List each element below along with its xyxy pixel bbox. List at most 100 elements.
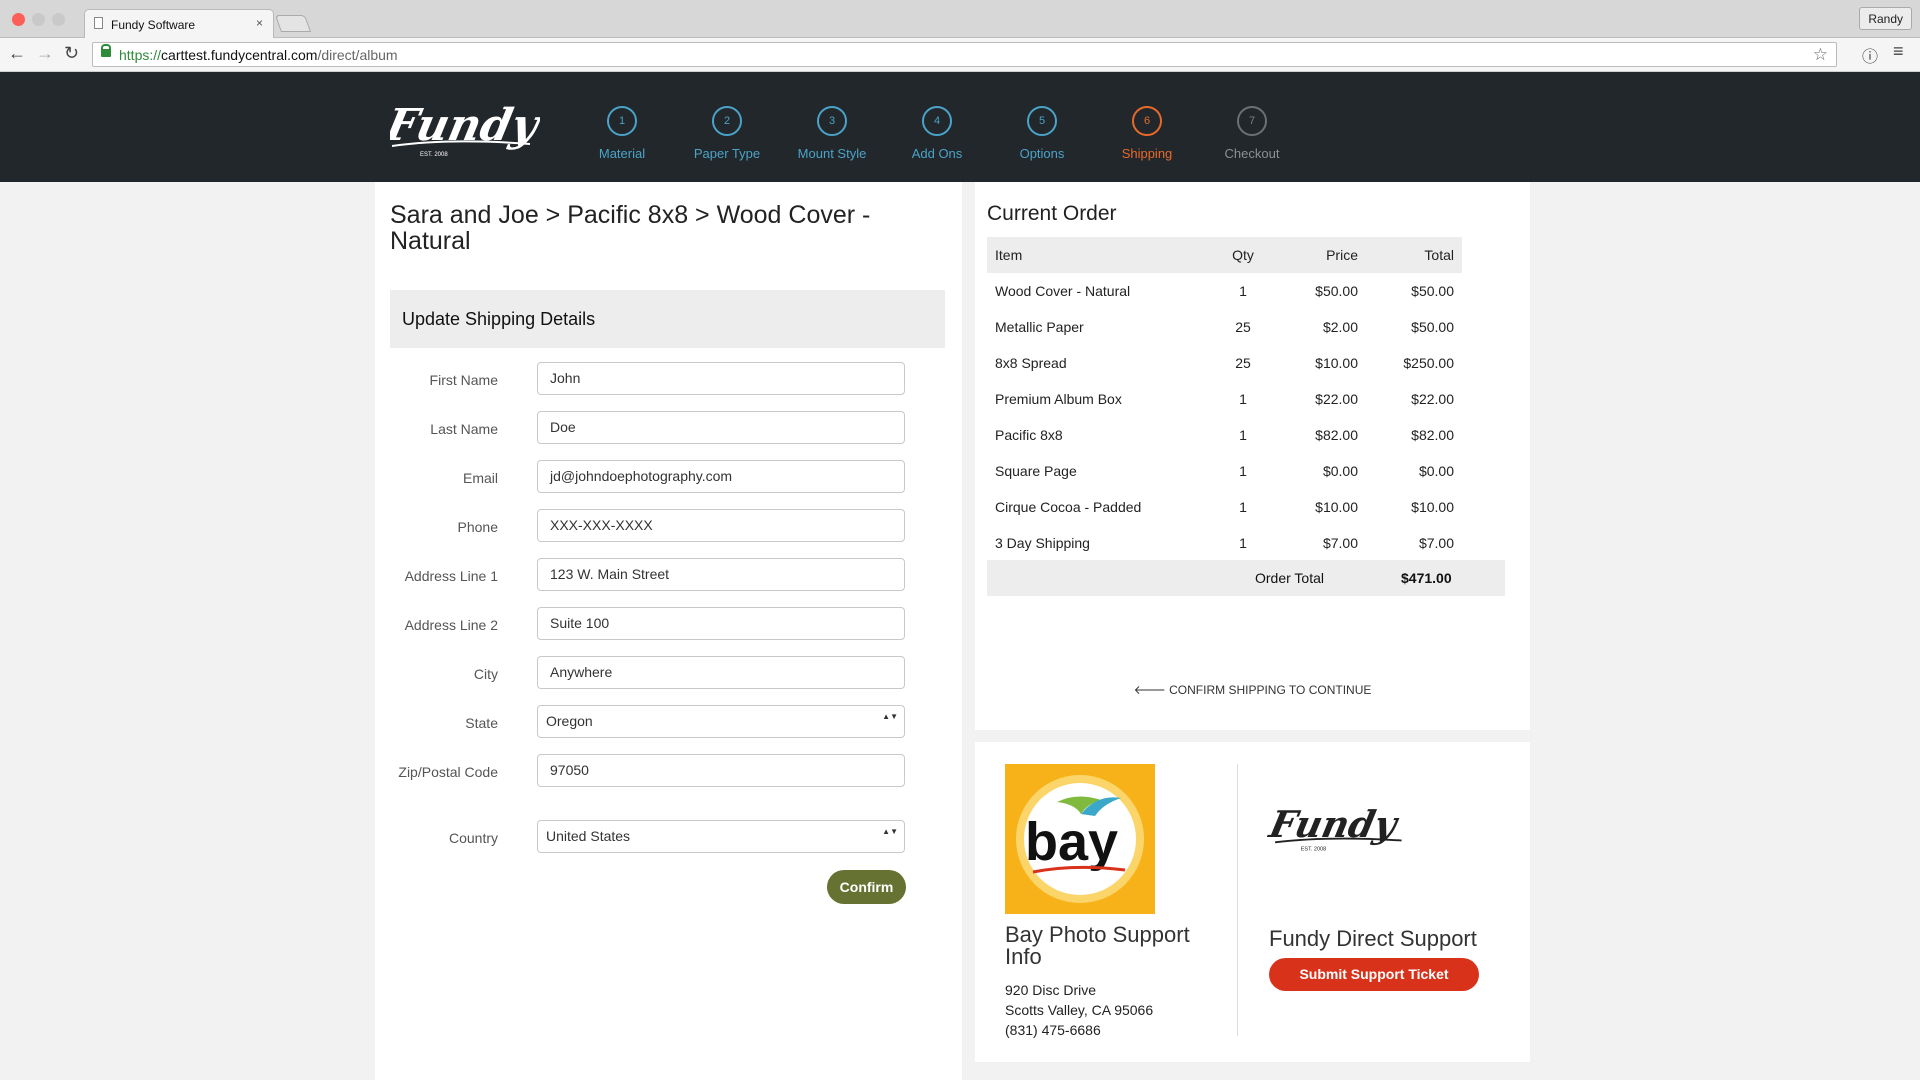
step-add-ons[interactable]: 4 Add Ons <box>882 106 992 161</box>
step-material[interactable]: 1 Material <box>567 106 677 161</box>
order-header-row: Item Qty Price Total <box>987 237 1462 273</box>
field-label: Country <box>448 830 498 846</box>
field-label: City <box>473 666 498 682</box>
col-item: Item <box>987 237 1222 273</box>
country-value: United States <box>546 828 631 844</box>
reload-icon[interactable]: ↻ <box>64 43 79 64</box>
step-checkout[interactable]: 7 Checkout <box>1197 106 1307 161</box>
step-mount-style[interactable]: 3 Mount Style <box>777 106 887 161</box>
first-name-input[interactable]: John <box>537 362 905 395</box>
table-row: 8x8 Spread 25 $10.00 $250.00 <box>987 345 1462 381</box>
close-window-button[interactable] <box>12 13 25 26</box>
logo-est: EST. 2008 <box>420 152 448 158</box>
state-select[interactable]: Oregon ▲▼ <box>537 705 905 738</box>
cell-qty: 25 <box>1235 355 1251 371</box>
browser-tab[interactable]: Fundy Software × <box>84 9 274 38</box>
cell-total: $50.00 <box>1411 283 1454 299</box>
order-table: Item Qty Price Total Wood Cover - Natura… <box>987 237 1462 561</box>
step-paper-type[interactable]: 2 Paper Type <box>672 106 782 161</box>
step-label: Shipping <box>1121 146 1173 161</box>
cell-total: $82.00 <box>1411 427 1454 443</box>
address-line-1-input[interactable]: 123 W. Main Street <box>537 558 905 591</box>
step-number: 6 <box>1132 106 1162 136</box>
menu-icon[interactable]: ≡ <box>1893 41 1904 62</box>
cell-price: $0.00 <box>1322 463 1358 479</box>
cell-qty: 1 <box>1239 427 1247 443</box>
forward-arrow-icon[interactable]: → <box>36 43 54 64</box>
cell-price: $50.00 <box>1315 283 1358 299</box>
cell-qty: 1 <box>1239 535 1247 551</box>
cell-item: Wood Cover - Natural <box>995 283 1131 299</box>
bay-photo-logo[interactable]: bay <box>1005 764 1155 914</box>
step-number: 7 <box>1237 106 1267 136</box>
back-arrow-icon[interactable]: ← <box>8 43 26 64</box>
browser-titlebar: Fundy Software × Randy <box>0 0 1920 38</box>
profile-button[interactable]: Randy <box>1859 7 1912 30</box>
step-number: 4 <box>922 106 952 136</box>
order-title: Current Order <box>987 202 1117 225</box>
address-phone: (831) 475-6686 <box>1005 1022 1101 1038</box>
table-row: Cirque Cocoa - Padded 1 $10.00 $10.00 <box>987 489 1462 525</box>
cell-item: 8x8 Spread <box>995 355 1067 371</box>
col-total: Total <box>1362 237 1462 273</box>
step-shipping[interactable]: 6 Shipping <box>1092 106 1202 161</box>
bay-support-address: 920 Disc Drive Scotts Valley, CA 95066 (… <box>1005 980 1153 1040</box>
cell-price: $10.00 <box>1315 355 1358 371</box>
info-icon[interactable]: ⓘ <box>1862 43 1878 67</box>
fundy-support-title: Fundy Direct Support <box>1269 926 1477 951</box>
field-label: First Name <box>429 372 498 388</box>
panel-divider <box>1237 764 1238 1036</box>
document-icon <box>94 17 103 29</box>
phone-input[interactable]: XXX-XXX-XXXX <box>537 509 905 542</box>
step-number: 5 <box>1027 106 1057 136</box>
col-qty: Qty <box>1222 237 1264 273</box>
breadcrumb: Sara and Joe > Pacific 8x8 > Wood Cover … <box>390 201 871 255</box>
cell-price: $7.00 <box>1322 535 1358 551</box>
address-street: 920 Disc Drive <box>1005 982 1097 998</box>
field-label: Zip/Postal Code <box>398 764 498 780</box>
table-row: Metallic Paper 25 $2.00 $50.00 <box>987 309 1462 345</box>
support-panel: bay Bay Photo Support Info 920 Disc Driv… <box>975 742 1530 1062</box>
last-name-input[interactable]: Doe <box>537 411 905 444</box>
field-label: Last Name <box>430 421 498 437</box>
confirm-button[interactable]: Confirm <box>827 870 906 904</box>
city-input[interactable]: Anywhere <box>537 656 905 689</box>
cell-qty: 1 <box>1239 283 1247 299</box>
step-label: Mount Style <box>797 146 867 161</box>
url-domain: carttest.fundycentral.com <box>161 47 318 63</box>
cell-total: $250.00 <box>1403 355 1454 371</box>
zoom-window-button[interactable] <box>52 13 65 26</box>
email-input[interactable]: jd@johndoephotography.com <box>537 460 905 493</box>
address-bar[interactable]: https://carttest.fundycentral.com/direct… <box>92 42 1837 67</box>
cell-qty: 25 <box>1235 319 1251 335</box>
step-label: Material <box>598 146 646 161</box>
cell-item: 3 Day Shipping <box>995 535 1090 551</box>
cell-price: $82.00 <box>1315 427 1358 443</box>
submit-support-ticket-button[interactable]: Submit Support Ticket <box>1269 958 1479 991</box>
field-label: Phone <box>457 519 498 535</box>
address-city: Scotts Valley, CA 95066 <box>1005 1002 1154 1018</box>
logo-est: EST. 2008 <box>1301 847 1326 853</box>
step-label: Add Ons <box>911 146 963 161</box>
address-line-2-input[interactable]: Suite 100 <box>537 607 905 640</box>
fundy-logo-small: Fundy EST. 2008 <box>1267 802 1403 853</box>
step-number: 2 <box>712 106 742 136</box>
fundy-logo[interactable]: Fundy EST. 2008 <box>390 100 540 160</box>
step-options[interactable]: 5 Options <box>987 106 1097 161</box>
section-heading: Update Shipping Details <box>390 290 945 348</box>
cell-total: $7.00 <box>1418 535 1454 551</box>
url-path: /direct/album <box>317 47 398 63</box>
select-arrows-icon: ▲▼ <box>882 827 898 836</box>
tab-close-icon[interactable]: × <box>256 16 263 30</box>
zip-input[interactable]: 97050 <box>537 754 905 787</box>
field-label: Address Line 1 <box>404 568 498 584</box>
app-header: Fundy EST. 2008 1 Material 2 Paper Type … <box>0 72 1920 182</box>
step-label: Paper Type <box>693 146 761 161</box>
col-price: Price <box>1264 237 1362 273</box>
minimize-window-button[interactable] <box>32 13 45 26</box>
table-row: Square Page 1 $0.00 $0.00 <box>987 453 1462 489</box>
bookmark-star-icon[interactable]: ☆ <box>1813 45 1828 65</box>
cell-total: $10.00 <box>1411 499 1454 515</box>
country-select[interactable]: United States ▲▼ <box>537 820 905 853</box>
new-tab-button[interactable] <box>274 15 312 32</box>
